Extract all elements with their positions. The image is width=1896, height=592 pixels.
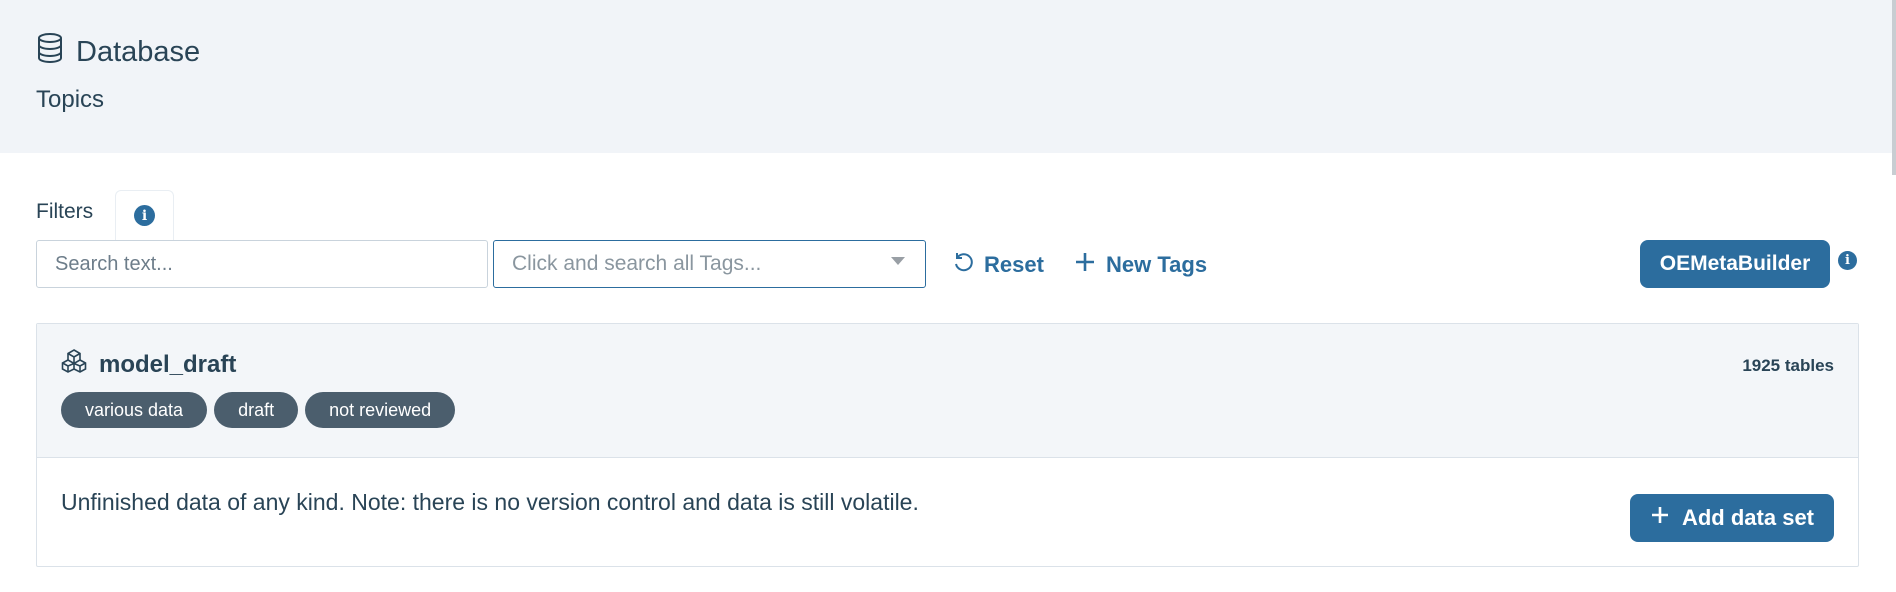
tag-badge[interactable]: draft (214, 392, 299, 428)
new-tags-button[interactable]: New Tags (1074, 245, 1207, 285)
info-icon: i (134, 205, 155, 226)
page-title-text: Database (76, 35, 201, 68)
search-input[interactable] (36, 240, 488, 288)
topic-name: model_draft (99, 350, 237, 378)
scrollbar[interactable] (1892, 0, 1896, 175)
new-tags-label: New Tags (1106, 252, 1208, 277)
topic-tags: various data draft not reviewed (61, 392, 456, 428)
topic-table-count: 1925 tables (1742, 356, 1834, 375)
topic-card-header: model_draft 1925 tables various data dra… (37, 324, 1858, 458)
add-data-set-button[interactable]: Add data set (1630, 494, 1834, 542)
info-icon: i (1838, 251, 1857, 270)
tags-select-placeholder: Click and search all Tags... (512, 252, 762, 275)
filters-label: Filters (36, 200, 94, 223)
tag-badge[interactable]: not reviewed (305, 392, 456, 428)
topic-description: Unfinished data of any kind. Note: there… (61, 489, 919, 515)
tags-select[interactable]: Click and search all Tags... (493, 240, 926, 288)
database-icon (36, 32, 64, 72)
oemetabuilder-button[interactable]: OEMetaBuilder (1640, 240, 1830, 288)
plus-icon (1650, 505, 1670, 531)
chevron-down-icon (891, 257, 905, 265)
reset-icon (952, 251, 974, 279)
page-title: Database (36, 32, 201, 72)
page-header: Database Topics (0, 0, 1896, 153)
page-subtitle: Topics (36, 86, 105, 113)
topic-card: model_draft 1925 tables various data dra… (36, 323, 1859, 567)
add-data-set-label: Add data set (1681, 505, 1815, 530)
filters-info-button[interactable]: i (115, 190, 174, 240)
tag-badge[interactable]: various data (61, 392, 208, 428)
cubes-icon (61, 348, 87, 381)
plus-icon (1074, 251, 1096, 279)
reset-button[interactable]: Reset (952, 245, 1044, 285)
topic-title[interactable]: model_draft (61, 348, 236, 381)
reset-label: Reset (984, 252, 1044, 277)
oemetabuilder-info-button[interactable]: i (1838, 251, 1857, 270)
